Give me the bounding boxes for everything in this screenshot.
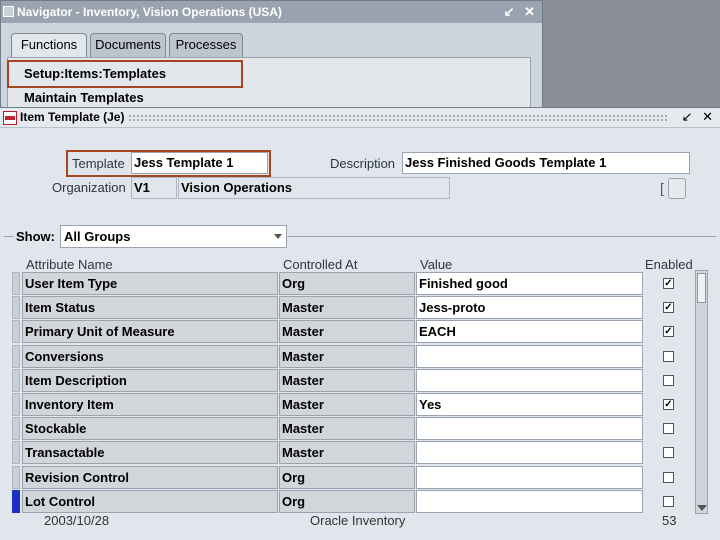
- description-label: Description: [330, 156, 396, 171]
- description-field[interactable]: Jess Finished Goods Template 1: [402, 152, 690, 174]
- tab-documents[interactable]: Documents: [90, 33, 166, 57]
- scroll-down-arrow-icon[interactable]: [697, 505, 707, 511]
- value-cell[interactable]: [416, 369, 643, 392]
- controlled-at-cell[interactable]: Master: [279, 296, 415, 319]
- row-selector[interactable]: [12, 393, 20, 416]
- footer-page-number: 53: [662, 513, 677, 528]
- attribute-name-cell[interactable]: Stockable: [22, 417, 278, 440]
- navigator-window-controls[interactable]: ↙ ✕: [504, 1, 538, 23]
- value-cell[interactable]: [416, 417, 643, 440]
- separator-left: [4, 236, 14, 237]
- navigator-titlebar[interactable]: Navigator - Inventory, Vision Operations…: [1, 1, 542, 23]
- controlled-at-cell[interactable]: Master: [279, 369, 415, 392]
- controlled-at-cell[interactable]: Org: [279, 466, 415, 489]
- column-header-controlled-at: Controlled At: [283, 257, 358, 272]
- oracle-app-icon: [3, 111, 17, 125]
- highlight-box-template: [66, 150, 271, 177]
- organization-code-field: V1: [131, 177, 177, 199]
- organization-name-field: Vision Operations: [178, 177, 450, 199]
- value-cell[interactable]: Jess-proto: [416, 296, 643, 319]
- chevron-down-icon: [274, 234, 282, 239]
- highlight-box-setup: [7, 60, 243, 88]
- row-selector[interactable]: [12, 272, 20, 295]
- value-cell[interactable]: Finished good: [416, 272, 643, 295]
- navigator-title: Navigator - Inventory, Vision Operations…: [17, 5, 282, 19]
- column-header-enabled: Enabled: [645, 257, 693, 272]
- enabled-checkbox[interactable]: [663, 375, 674, 386]
- table-row: Transactable Master: [12, 441, 702, 464]
- attribute-name-cell[interactable]: Primary Unit of Measure: [22, 320, 278, 343]
- table-row: User Item Type Org Finished good ✓: [12, 272, 702, 295]
- tab-functions[interactable]: Functions: [11, 33, 87, 58]
- row-selector[interactable]: [12, 466, 20, 489]
- table-row: Lot Control Org: [12, 490, 702, 513]
- nav-item-maintain-templates[interactable]: Maintain Templates: [24, 90, 144, 105]
- show-label: Show:: [16, 229, 55, 244]
- attribute-name-cell[interactable]: Item Description: [22, 369, 278, 392]
- table-row: Primary Unit of Measure Master EACH ✓: [12, 320, 702, 343]
- row-selector[interactable]: [12, 490, 20, 513]
- footer-center-text: Oracle Inventory: [310, 513, 406, 528]
- attribute-name-cell[interactable]: User Item Type: [22, 272, 278, 295]
- table-row: Inventory Item Master Yes ✓: [12, 393, 702, 416]
- attribute-name-cell[interactable]: Inventory Item: [22, 393, 278, 416]
- row-selector[interactable]: [12, 369, 20, 392]
- item-template-title: Item Template (Je): [20, 110, 125, 124]
- column-header-value: Value: [420, 257, 453, 272]
- organization-label: Organization: [52, 180, 126, 195]
- attribute-name-cell[interactable]: Item Status: [22, 296, 278, 319]
- enabled-checkbox[interactable]: ✓: [663, 302, 674, 313]
- column-header-attribute-name: Attribute Name: [26, 257, 113, 272]
- row-selector[interactable]: [12, 345, 20, 368]
- controlled-at-cell[interactable]: Master: [279, 393, 415, 416]
- navigator-app-icon: [3, 6, 14, 17]
- show-groups-value: All Groups: [64, 229, 131, 244]
- row-selector[interactable]: [12, 417, 20, 440]
- controlled-at-cell[interactable]: Master: [279, 417, 415, 440]
- value-cell[interactable]: [416, 490, 643, 513]
- table-row: Revision Control Org: [12, 466, 702, 489]
- row-selector[interactable]: [12, 320, 20, 343]
- table-row: Stockable Master: [12, 417, 702, 440]
- value-cell[interactable]: EACH: [416, 320, 643, 343]
- controlled-at-cell[interactable]: Org: [279, 490, 415, 513]
- table-scrollbar[interactable]: [695, 270, 708, 514]
- titlebar-grip: [128, 114, 668, 122]
- attribute-name-cell[interactable]: Transactable: [22, 441, 278, 464]
- attribute-name-cell[interactable]: Conversions: [22, 345, 278, 368]
- show-groups-select[interactable]: All Groups: [60, 225, 287, 248]
- table-row: Item Status Master Jess-proto ✓: [12, 296, 702, 319]
- attribute-name-cell[interactable]: Revision Control: [22, 466, 278, 489]
- descriptive-flexfield-button[interactable]: [668, 178, 686, 199]
- enabled-checkbox[interactable]: [663, 496, 674, 507]
- enabled-checkbox[interactable]: ✓: [663, 399, 674, 410]
- enabled-checkbox[interactable]: [663, 447, 674, 458]
- enabled-checkbox[interactable]: [663, 351, 674, 362]
- value-cell[interactable]: Yes: [416, 393, 643, 416]
- row-selector[interactable]: [12, 296, 20, 319]
- table-row: Item Description Master: [12, 369, 702, 392]
- tab-processes[interactable]: Processes: [169, 33, 243, 57]
- descriptive-flexfield-bracket: [: [660, 180, 664, 196]
- item-template-titlebar[interactable]: Item Template (Je) ↙ ✕: [0, 108, 720, 128]
- attribute-name-cell[interactable]: Lot Control: [22, 490, 278, 513]
- footer-date: 2003/10/28: [44, 513, 110, 528]
- table-row: Conversions Master: [12, 345, 702, 368]
- value-cell[interactable]: [416, 345, 643, 368]
- enabled-checkbox[interactable]: [663, 423, 674, 434]
- row-selector[interactable]: [12, 441, 20, 464]
- desktop-background: [543, 0, 720, 108]
- enabled-checkbox[interactable]: ✓: [663, 326, 674, 337]
- value-cell[interactable]: [416, 466, 643, 489]
- controlled-at-cell[interactable]: Org: [279, 272, 415, 295]
- controlled-at-cell[interactable]: Master: [279, 345, 415, 368]
- separator-right: [288, 236, 716, 237]
- scrollbar-thumb[interactable]: [697, 273, 706, 303]
- value-cell[interactable]: [416, 441, 643, 464]
- enabled-checkbox[interactable]: [663, 472, 674, 483]
- controlled-at-cell[interactable]: Master: [279, 320, 415, 343]
- item-template-window-controls[interactable]: ↙ ✕: [682, 109, 716, 125]
- controlled-at-cell[interactable]: Master: [279, 441, 415, 464]
- enabled-checkbox[interactable]: ✓: [663, 278, 674, 289]
